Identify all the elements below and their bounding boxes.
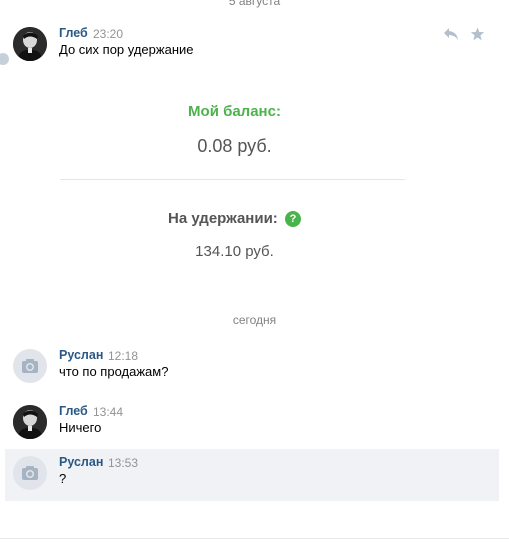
hold-value: 134.10 руб. <box>195 243 274 260</box>
message-time[interactable]: 23:20 <box>93 27 123 41</box>
message-author[interactable]: Глеб <box>59 26 88 40</box>
message-item[interactable]: Глеб 13:44 Ничего <box>5 398 499 450</box>
camera-icon <box>22 359 38 373</box>
message-author[interactable]: Руслан <box>59 348 103 362</box>
hold-title-label: На удержании: <box>168 210 278 227</box>
message-time[interactable]: 13:53 <box>108 456 138 470</box>
star-icon[interactable] <box>470 27 485 46</box>
message-time[interactable]: 13:44 <box>93 405 123 419</box>
message-text: ? <box>59 471 67 486</box>
date-separator-today: сегодня <box>232 313 277 327</box>
message-time[interactable]: 12:18 <box>108 349 138 363</box>
reply-icon[interactable] <box>443 27 459 46</box>
camera-icon <box>22 466 38 480</box>
balance-title: Мой баланс: <box>188 103 281 120</box>
balance-value: 0.08 руб. <box>197 136 272 156</box>
message-author[interactable]: Руслан <box>59 455 103 469</box>
hold-title: На удержании: ? <box>0 210 469 227</box>
message-item[interactable]: Глеб 23:20 До сих пор удержание <box>0 20 499 72</box>
date-separator-top: 5 августа <box>228 0 281 8</box>
message-item[interactable]: Руслан 13:53 ? <box>5 449 499 501</box>
avatar[interactable] <box>13 27 47 61</box>
online-indicator <box>0 53 9 65</box>
message-text: Ничего <box>59 420 102 435</box>
avatar[interactable] <box>13 405 47 439</box>
message-author[interactable]: Глеб <box>59 404 88 418</box>
help-icon[interactable]: ? <box>284 211 301 227</box>
message-text: До сих пор удержание <box>59 42 194 57</box>
avatar[interactable] <box>13 349 47 383</box>
composer-divider <box>0 538 509 539</box>
message-text: что по продажам? <box>59 364 169 379</box>
avatar[interactable] <box>13 456 47 490</box>
message-item[interactable]: Руслан 12:18 что по продажам? <box>5 342 499 394</box>
divider <box>60 179 405 180</box>
